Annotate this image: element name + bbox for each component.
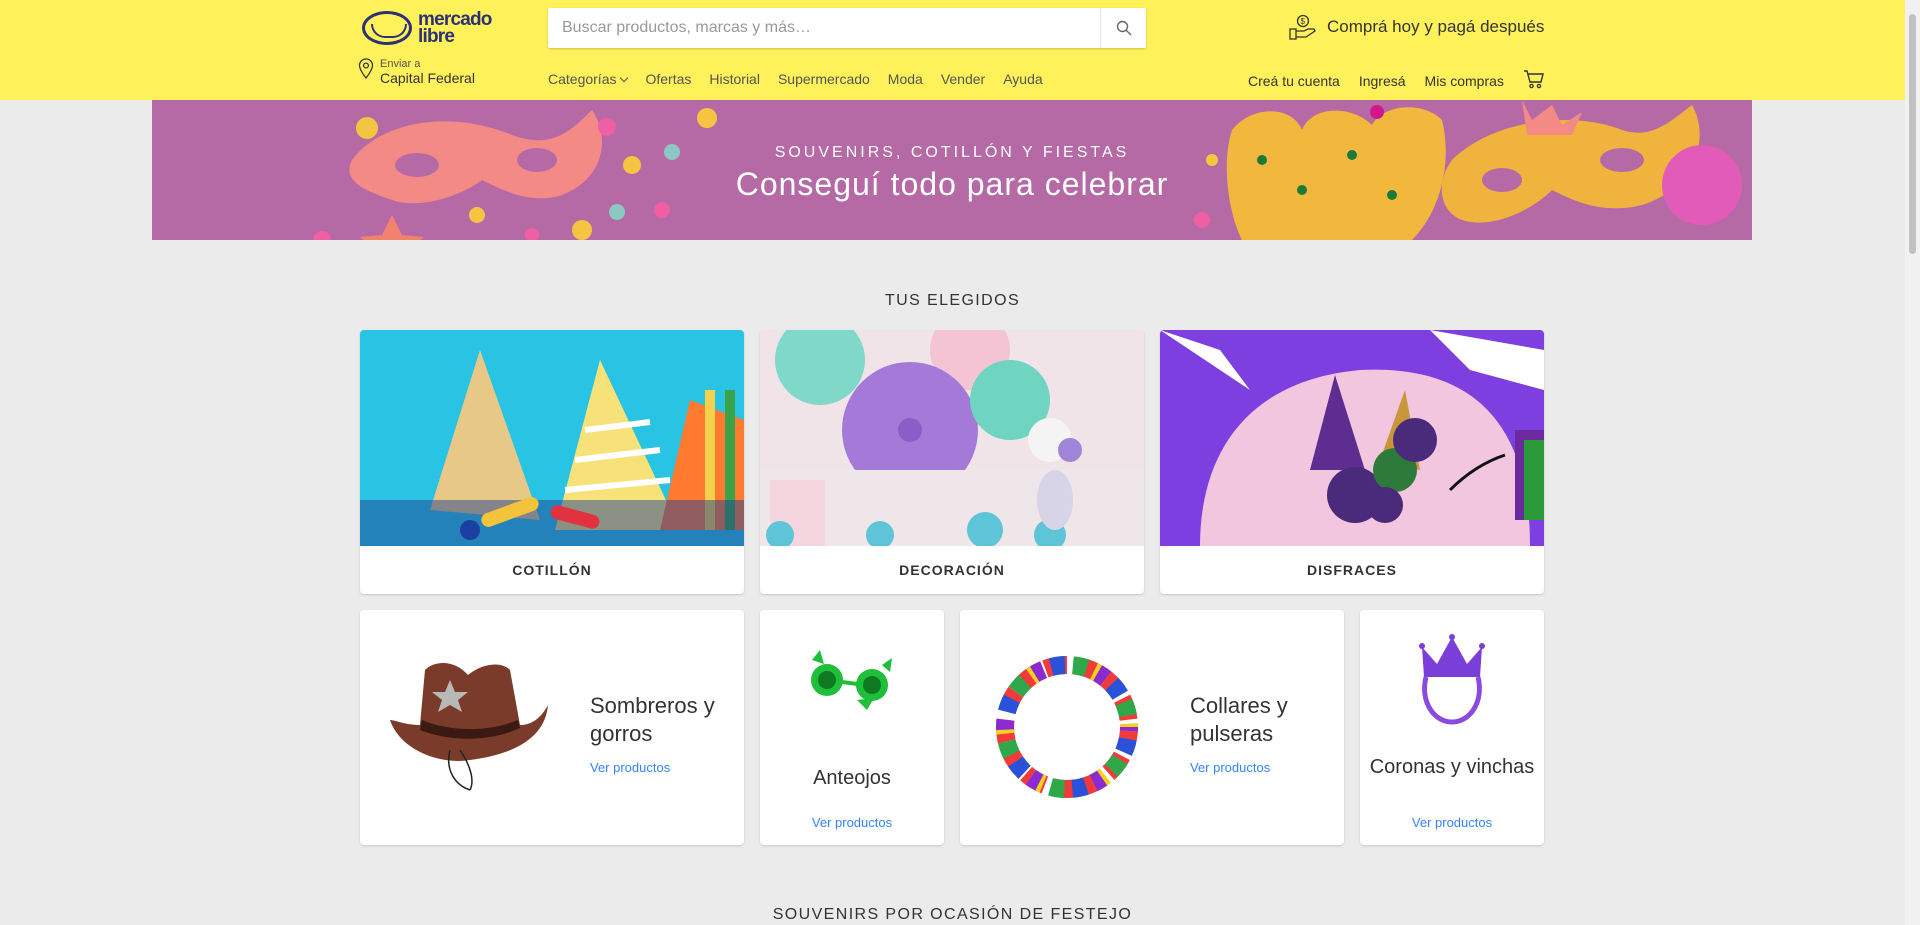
anteojos-ver-productos-link[interactable]: Ver productos	[760, 815, 944, 830]
sombreros-ver-productos-link[interactable]: Ver productos	[590, 760, 740, 775]
login-link[interactable]: Ingresá	[1359, 73, 1406, 89]
coronas-title: Coronas y vinchas	[1369, 756, 1535, 778]
disfraces-image	[1160, 330, 1544, 546]
main-nav: Categorías Ofertas Historial Supermercad…	[548, 71, 1061, 87]
decoracion-label: DECORACIÓN	[899, 562, 1005, 578]
category-card-cotillon[interactable]: COTILLÓN	[360, 330, 744, 594]
collares-ver-productos-link[interactable]: Ver productos	[1190, 760, 1340, 775]
promo-banner-link[interactable]: $ Comprá hoy y pagá después	[1289, 14, 1544, 40]
location-pin-icon	[358, 58, 374, 80]
flower-lei-image	[996, 656, 1138, 798]
search-input[interactable]	[548, 8, 1100, 48]
logo-text-line2: libre	[418, 26, 455, 47]
occasion-section-title: SOUVENIRS POR OCASIÓN DE FESTEJO	[772, 906, 1133, 923]
nav-ayuda[interactable]: Ayuda	[1003, 71, 1042, 87]
cowboy-hat-image	[390, 663, 548, 791]
category-card-decoracion[interactable]: DECORACIÓN	[760, 330, 1144, 594]
chevron-down-icon	[620, 73, 629, 83]
user-nav: Creá tu cuenta Ingresá Mis compras	[1248, 69, 1545, 91]
cotillon-image	[360, 330, 744, 546]
banner-title: Conseguí todo para celebrar	[735, 166, 1169, 202]
product-card-anteojos[interactable]: Anteojos Ver productos	[760, 610, 944, 845]
page-scrollbar[interactable]	[1905, 0, 1920, 925]
logo-text: mercado libre	[418, 10, 492, 47]
decoracion-image	[760, 330, 1144, 546]
handshake-icon	[362, 11, 412, 45]
svg-text:$: $	[1301, 17, 1306, 26]
nav-moda[interactable]: Moda	[888, 71, 923, 87]
collares-title: Collares y pulseras	[1190, 693, 1288, 746]
cotillon-label: COTILLÓN	[512, 562, 592, 578]
search-bar	[548, 8, 1146, 48]
disfraces-label: DISFRACES	[1307, 562, 1397, 578]
nav-historial[interactable]: Historial	[709, 71, 760, 87]
create-account-link[interactable]: Creá tu cuenta	[1248, 73, 1340, 89]
search-icon	[1116, 20, 1131, 36]
banner-subtitle: SOUVENIRS, COTILLÓN Y FIESTAS	[774, 144, 1130, 161]
anteojos-title: Anteojos	[813, 767, 891, 789]
location-label: Enviar a	[380, 58, 421, 70]
my-purchases-link[interactable]: Mis compras	[1425, 73, 1504, 89]
nav-categorias[interactable]: Categorías	[548, 71, 629, 87]
nav-supermercado[interactable]: Supermercado	[778, 71, 870, 87]
nav-ofertas[interactable]: Ofertas	[645, 71, 691, 87]
category-card-disfraces[interactable]: DISFRACES	[1160, 330, 1544, 594]
hand-money-icon: $	[1289, 14, 1316, 40]
crown-headband-image	[1419, 634, 1485, 725]
product-card-coronas[interactable]: Coronas y vinchas Ver productos	[1360, 610, 1544, 845]
cart-icon[interactable]	[1523, 69, 1545, 89]
product-card-collares[interactable]: Collares y pulseras Ver productos	[960, 610, 1344, 845]
sombreros-title: Sombreros y gorros	[590, 693, 715, 746]
location-selector[interactable]: Enviar a Capital Federal	[358, 58, 475, 87]
location-value: Capital Federal	[380, 70, 475, 86]
nav-categorias-label: Categorías	[548, 71, 617, 87]
mercadolibre-logo[interactable]: mercado libre	[362, 8, 498, 48]
nav-vender[interactable]: Vender	[941, 71, 985, 87]
promo-text: Comprá hoy y pagá después	[1327, 17, 1545, 36]
header: mercado libre $ Comprá hoy y pagá despué…	[0, 0, 1905, 100]
favorites-section-title: TUS ELEGIDOS	[884, 292, 1021, 309]
party-glasses-image	[811, 650, 892, 710]
coronas-ver-productos-link[interactable]: Ver productos	[1360, 815, 1544, 830]
search-button[interactable]	[1100, 8, 1146, 48]
product-card-sombreros[interactable]: Sombreros y gorros Ver productos	[360, 610, 744, 845]
scrollbar-thumb[interactable]	[1909, 14, 1916, 254]
hero-banner[interactable]: SOUVENIRS, COTILLÓN Y FIESTAS Conseguí t…	[152, 100, 1752, 240]
